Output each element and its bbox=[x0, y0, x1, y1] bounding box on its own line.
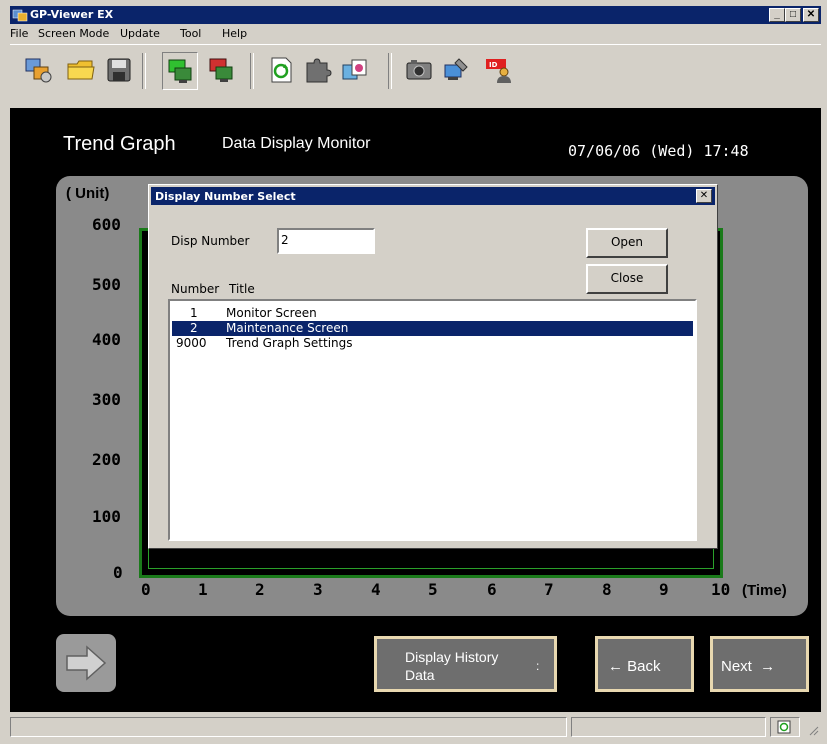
next-button-label: Next → bbox=[721, 658, 776, 675]
refresh-status-icon[interactable] bbox=[777, 720, 791, 734]
column-header-number: Number bbox=[171, 282, 220, 296]
y-tick-label: 100 bbox=[92, 507, 121, 526]
history-button-line2: Data bbox=[405, 667, 435, 683]
item-number: 1 bbox=[190, 306, 198, 320]
history-button-dot: : bbox=[536, 659, 540, 673]
x-tick-label: 0 bbox=[141, 580, 151, 599]
item-number: 2 bbox=[190, 321, 198, 335]
save-icon[interactable] bbox=[104, 55, 134, 85]
open-folder-icon[interactable] bbox=[66, 55, 96, 85]
history-button-line1: Display History bbox=[405, 649, 499, 665]
camera-icon[interactable] bbox=[404, 55, 434, 85]
status-pane-main bbox=[10, 717, 567, 737]
y-tick-label: 0 bbox=[113, 563, 123, 582]
x-tick-label: 3 bbox=[313, 580, 323, 599]
item-title: Trend Graph Settings bbox=[226, 336, 353, 350]
display-number-select-dialog: Display Number Select ✕ Disp Number 2 Op… bbox=[148, 184, 718, 549]
screen-list[interactable]: 1 Monitor Screen 2 Maintenance Screen 90… bbox=[168, 299, 697, 541]
list-item[interactable]: 1 Monitor Screen bbox=[172, 306, 693, 321]
dialog-title: Display Number Select bbox=[155, 190, 296, 203]
toolbar: ID bbox=[10, 44, 821, 109]
open-button[interactable]: Open bbox=[586, 228, 668, 258]
display-history-data-button[interactable]: Display History Data : bbox=[374, 636, 557, 692]
dialog-close-icon[interactable]: ✕ bbox=[696, 189, 712, 203]
disp-number-label: Disp Number bbox=[171, 234, 250, 248]
window-title: GP-Viewer EX bbox=[30, 8, 114, 21]
y-tick-label: 300 bbox=[92, 390, 121, 409]
menu-screen-mode[interactable]: Screen Mode bbox=[38, 27, 109, 40]
monitor-green-icon bbox=[168, 59, 192, 83]
back-button[interactable]: ← Back bbox=[595, 636, 694, 692]
item-number: 9000 bbox=[176, 336, 207, 350]
transfer-icon[interactable] bbox=[340, 55, 370, 85]
minimize-button[interactable]: _ bbox=[769, 8, 785, 22]
next-button[interactable]: Next → bbox=[710, 636, 809, 692]
y-tick-label: 400 bbox=[92, 330, 121, 349]
switch-screen-button[interactable] bbox=[56, 634, 116, 692]
x-tick-label: 9 bbox=[659, 580, 669, 599]
puzzle-icon[interactable] bbox=[302, 55, 332, 85]
back-button-label: ← Back bbox=[608, 658, 661, 675]
y-tick-label: 600 bbox=[92, 215, 121, 234]
app-window: GP-Viewer EX _ □ ✕ File Screen Mode Upda… bbox=[0, 0, 827, 744]
window-close-button[interactable]: ✕ bbox=[803, 8, 819, 22]
x-tick-label: 10 bbox=[711, 580, 731, 599]
x-tick-label: 6 bbox=[487, 580, 497, 599]
dialog-title-bar[interactable]: Display Number Select ✕ bbox=[151, 187, 715, 205]
toolbar-separator bbox=[250, 53, 254, 89]
connect-icon[interactable] bbox=[24, 55, 54, 85]
status-pane-icon bbox=[770, 717, 800, 737]
mode-button-pressed[interactable] bbox=[162, 52, 198, 90]
x-tick-label: 4 bbox=[371, 580, 381, 599]
app-icon bbox=[12, 9, 28, 22]
close-button[interactable]: Close bbox=[586, 264, 668, 294]
x-tick-label: 8 bbox=[602, 580, 612, 599]
disp-number-input[interactable]: 2 bbox=[277, 228, 375, 254]
x-tick-label: 2 bbox=[255, 580, 265, 599]
id-user-icon[interactable]: ID bbox=[484, 55, 514, 85]
screen-title: Trend Graph bbox=[63, 133, 176, 155]
svg-text:ID: ID bbox=[489, 61, 498, 69]
y-tick-label: 500 bbox=[92, 275, 121, 294]
x-tick-label: 7 bbox=[544, 580, 554, 599]
list-item[interactable]: 9000 Trend Graph Settings bbox=[172, 336, 693, 351]
toolbar-separator bbox=[388, 53, 392, 89]
tool-monitor-icon[interactable] bbox=[442, 55, 472, 85]
column-header-title: Title bbox=[229, 282, 255, 296]
refresh-page-icon[interactable] bbox=[266, 55, 296, 85]
menu-file[interactable]: File bbox=[10, 27, 28, 40]
maximize-button[interactable]: □ bbox=[785, 8, 801, 22]
title-bar[interactable]: GP-Viewer EX _ □ ✕ bbox=[10, 6, 821, 24]
status-pane-secondary bbox=[571, 717, 766, 737]
date-time-display: 07/06/06 (Wed) 17:48 bbox=[568, 142, 749, 160]
y-axis-unit: ( Unit) bbox=[66, 185, 110, 202]
x-tick-label: 5 bbox=[428, 580, 438, 599]
status-bar bbox=[10, 712, 821, 740]
toolbar-separator bbox=[142, 53, 146, 89]
menu-bar: File Screen Mode Update Tool Help bbox=[10, 24, 821, 44]
item-title: Maintenance Screen bbox=[226, 321, 349, 335]
list-item-selected[interactable]: 2 Maintenance Screen bbox=[172, 321, 693, 336]
x-axis-unit: (Time) bbox=[742, 582, 787, 599]
y-tick-label: 200 bbox=[92, 450, 121, 469]
item-title: Monitor Screen bbox=[226, 306, 317, 320]
right-arrow-icon bbox=[66, 645, 107, 681]
menu-help[interactable]: Help bbox=[222, 27, 247, 40]
x-tick-label: 1 bbox=[198, 580, 208, 599]
monitor-red-icon[interactable] bbox=[206, 55, 236, 85]
screen-subtitle: Data Display Monitor bbox=[222, 135, 371, 152]
resize-grip-icon[interactable] bbox=[807, 724, 819, 736]
menu-tool[interactable]: Tool bbox=[180, 27, 201, 40]
menu-update[interactable]: Update bbox=[120, 27, 160, 40]
